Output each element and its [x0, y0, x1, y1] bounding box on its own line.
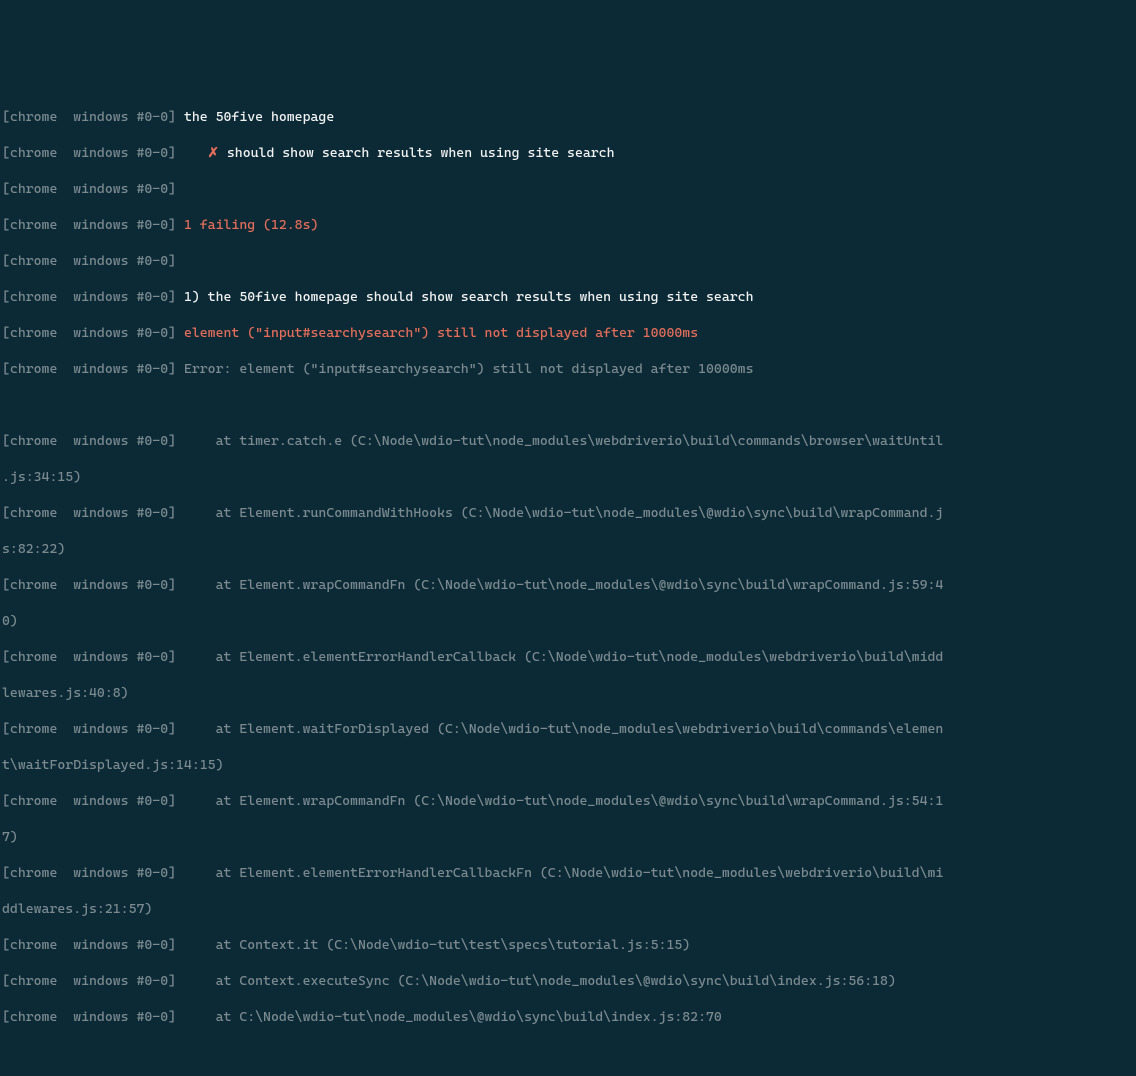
run-prefix: [chrome windows #0-0] [2, 181, 176, 197]
run-prefix: [chrome windows #0-0] [2, 217, 176, 233]
stack-wrap-text: ddlewares.js:21:57) [2, 901, 152, 917]
error-text: Error: element ("input#searchysearch") s… [176, 361, 753, 377]
stack-line: [chrome windows #0-0] at Context.execute… [2, 972, 1134, 990]
suite-title: the 50five homepage [176, 109, 334, 125]
stack-line: [chrome windows #0-0] at Element.waitFor… [2, 720, 1134, 738]
blank-line: [chrome windows #0-0] [2, 180, 1134, 198]
fail-count: 1 failing (12.8s) [176, 217, 318, 233]
run-prefix: [chrome windows #0-0] [2, 721, 176, 737]
run-prefix: [chrome windows #0-0] [2, 865, 176, 881]
blank-line [2, 1062, 1134, 1076]
stack-line: [chrome windows #0-0] at Element.element… [2, 648, 1134, 666]
stack-wrap-text: s:82:22) [2, 541, 65, 557]
stack-line: [chrome windows #0-0] at Element.element… [2, 864, 1134, 882]
stack-text: at Element.wrapCommandFn (C:\Node\wdio-t… [176, 577, 943, 593]
stack-wrap-text: .js:34:15) [2, 469, 81, 485]
stack-text: at Element.elementErrorHandlerCallback (… [176, 649, 943, 665]
blank-line: [chrome windows #0-0] [2, 252, 1134, 270]
stack-line: [chrome windows #0-0] at Element.runComm… [2, 504, 1134, 522]
stack-text: at Element.waitForDisplayed (C:\Node\wdi… [176, 721, 943, 737]
stack-line: [chrome windows #0-0] at timer.catch.e (… [2, 432, 1134, 450]
terminal-output[interactable]: [chrome windows #0-0] the 50five homepag… [0, 72, 1136, 1076]
run-prefix: [chrome windows #0-0] [2, 325, 176, 341]
stack-wrap-text: t\waitForDisplayed.js:14:15) [2, 757, 223, 773]
run-prefix: [chrome windows #0-0] [2, 505, 176, 521]
stack-text: at Element.elementErrorHandlerCallbackFn… [176, 865, 943, 881]
stack-wrap: .js:34:15) [2, 468, 1134, 486]
stack-text: at C:\Node\wdio-tut\node_modules\@wdio\s… [176, 1009, 722, 1025]
stack-line: [chrome windows #0-0] at Element.wrapCom… [2, 576, 1134, 594]
case-heading: 1) the 50five homepage should show searc… [176, 289, 753, 305]
stack-wrap-text: 0) [2, 613, 18, 629]
indent [176, 145, 208, 161]
run-prefix: [chrome windows #0-0] [2, 937, 176, 953]
run-prefix: [chrome windows #0-0] [2, 649, 176, 665]
stack-wrap: lewares.js:40:8) [2, 684, 1134, 702]
fail-test-line: [chrome windows #0-0] ✗ should show sear… [2, 144, 1134, 162]
stack-line: [chrome windows #0-0] at Element.wrapCom… [2, 792, 1134, 810]
run-prefix: [chrome windows #0-0] [2, 793, 176, 809]
cross-icon: ✗ [208, 145, 219, 161]
stack-line: [chrome windows #0-0] at C:\Node\wdio-tu… [2, 1008, 1134, 1026]
stack-text: at Element.wrapCommandFn (C:\Node\wdio-t… [176, 793, 943, 809]
fail-test-text: should show search results when using si… [219, 145, 615, 161]
stack-wrap: 7) [2, 828, 1134, 846]
stack-wrap-text: 7) [2, 829, 18, 845]
stack-wrap: ddlewares.js:21:57) [2, 900, 1134, 918]
run-prefix: [chrome windows #0-0] [2, 361, 176, 377]
stack-text: at Context.executeSync (C:\Node\wdio-tut… [176, 973, 896, 989]
error-line: [chrome windows #0-0] Error: element ("i… [2, 360, 1134, 378]
fail-count-line: [chrome windows #0-0] 1 failing (12.8s) [2, 216, 1134, 234]
assertion-line: [chrome windows #0-0] element ("input#se… [2, 324, 1134, 342]
run-prefix: [chrome windows #0-0] [2, 289, 176, 305]
run-prefix: [chrome windows #0-0] [2, 1009, 176, 1025]
stack-wrap: 0) [2, 612, 1134, 630]
stack-text: at timer.catch.e (C:\Node\wdio-tut\node_… [176, 433, 943, 449]
run-prefix: [chrome windows #0-0] [2, 433, 176, 449]
run-prefix: [chrome windows #0-0] [2, 109, 176, 125]
run-prefix: [chrome windows #0-0] [2, 973, 176, 989]
stack-wrap: t\waitForDisplayed.js:14:15) [2, 756, 1134, 774]
stack-wrap-text: lewares.js:40:8) [2, 685, 129, 701]
run-prefix: [chrome windows #0-0] [2, 253, 176, 269]
stack-line: [chrome windows #0-0] at Context.it (C:\… [2, 936, 1134, 954]
suite-line: [chrome windows #0-0] the 50five homepag… [2, 108, 1134, 126]
run-prefix: [chrome windows #0-0] [2, 145, 176, 161]
stack-wrap: s:82:22) [2, 540, 1134, 558]
run-prefix: [chrome windows #0-0] [2, 577, 176, 593]
stack-text: at Element.runCommandWithHooks (C:\Node\… [176, 505, 943, 521]
stack-text: at Context.it (C:\Node\wdio-tut\test\spe… [176, 937, 690, 953]
case-heading-line: [chrome windows #0-0] 1) the 50five home… [2, 288, 1134, 306]
assertion-text: element ("input#searchysearch") still no… [176, 325, 698, 341]
